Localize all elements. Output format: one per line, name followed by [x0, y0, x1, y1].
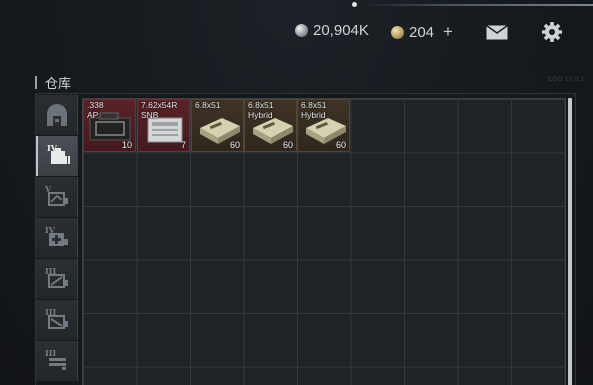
stash-item-762x54r[interactable]: 7.62x54R SNB 7 [137, 99, 190, 152]
item-name: 6.8x51 Hybrid [301, 100, 327, 120]
item-count: 10 [121, 140, 132, 150]
tab-stash-iii-b[interactable]: III [36, 300, 78, 340]
stash-item-338-ap[interactable]: .338 AP 10 [83, 99, 136, 152]
add-gp-button[interactable]: + [443, 22, 453, 42]
header-accent-line [360, 4, 593, 6]
gp-value: 204 [409, 23, 435, 41]
roubles-value: 20,904K [313, 22, 369, 39]
tab-level: IV [47, 143, 57, 153]
stash-title: 仓库 [45, 77, 72, 92]
tab-stash-iv[interactable]: IV [36, 136, 78, 176]
stash-sidebar: IV V IV III III III [36, 95, 78, 382]
stash-header: 仓库 [35, 73, 71, 92]
item-count: 7 [180, 140, 186, 150]
gp-coin-icon [391, 25, 404, 39]
tab-stash-iii-c[interactable]: III [36, 341, 78, 381]
stash-item-68x51-hybrid[interactable]: 6.8x51 Hybrid 60 [244, 99, 297, 152]
tab-stash-iii[interactable]: III [36, 259, 78, 299]
stash-scrollbar[interactable] [568, 98, 572, 385]
mail-icon[interactable] [486, 25, 508, 40]
item-name: 6.8x51 [195, 100, 221, 110]
rouble-coin-icon [295, 24, 308, 37]
item-name: 6.8x51 Hybrid [248, 100, 274, 120]
roubles-balance: 20,904K [295, 22, 369, 39]
tab-level: III [45, 266, 57, 276]
item-count: 60 [229, 140, 240, 150]
currency-bar: 20,904K 204 + [293, 22, 593, 44]
item-name: .338 AP [87, 100, 104, 120]
stash-item-68x51-hybrid[interactable]: 6.8x51 Hybrid 60 [297, 99, 350, 152]
settings-gear-icon[interactable] [542, 22, 562, 42]
build-label: EOD 17.0.1 [548, 77, 585, 83]
item-name: 7.62x54R SNB [141, 100, 178, 120]
tab-level: IV [45, 225, 55, 235]
tab-level: III [45, 348, 57, 358]
title-marker [35, 76, 37, 89]
stash-item-68x51[interactable]: 6.8x51 60 [191, 99, 244, 152]
item-count: 60 [282, 140, 293, 150]
hideout-icon [46, 104, 67, 126]
tab-level: III [45, 307, 57, 317]
gp-balance: 204 + [391, 22, 453, 42]
item-count: 60 [335, 140, 346, 150]
header-accent-dot [352, 2, 357, 7]
tab-base[interactable] [36, 95, 78, 135]
tab-stash-iv-b[interactable]: IV [36, 218, 78, 258]
tab-stash-v[interactable]: V [36, 177, 78, 217]
tab-level: V [45, 184, 52, 194]
